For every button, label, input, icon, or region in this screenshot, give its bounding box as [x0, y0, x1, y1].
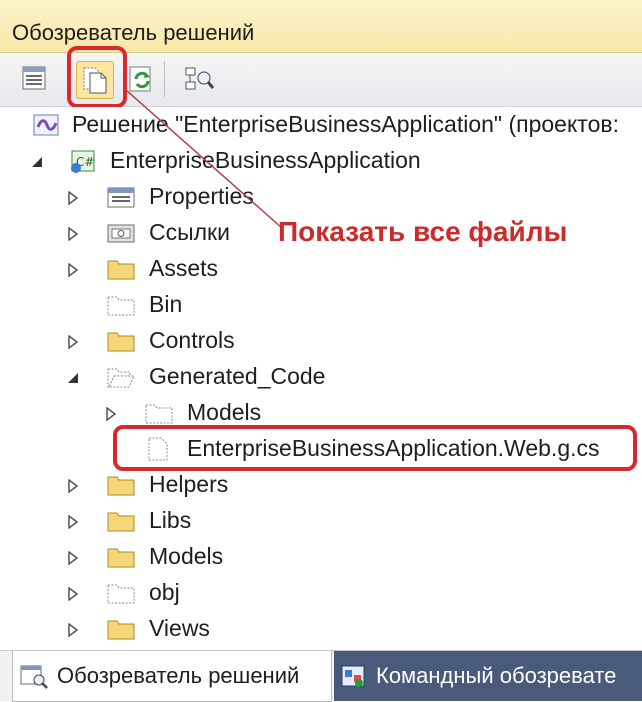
tab-team-explorer[interactable]: Командный обозревате: [334, 651, 642, 701]
tab-label: Обозреватель решений: [57, 663, 300, 688]
tab-solution-explorer[interactable]: Обозреватель решений: [12, 651, 332, 702]
team-explorer-icon: [341, 665, 365, 687]
solution-explorer-icon: [20, 665, 48, 689]
bottom-tab-bar: Обозреватель решений Командный обозреват…: [0, 650, 642, 702]
tab-label: Командный обозревате: [376, 663, 617, 688]
annotation-label: Показать все файлы: [278, 216, 568, 247]
annotation-pointer: [125, 89, 283, 229]
